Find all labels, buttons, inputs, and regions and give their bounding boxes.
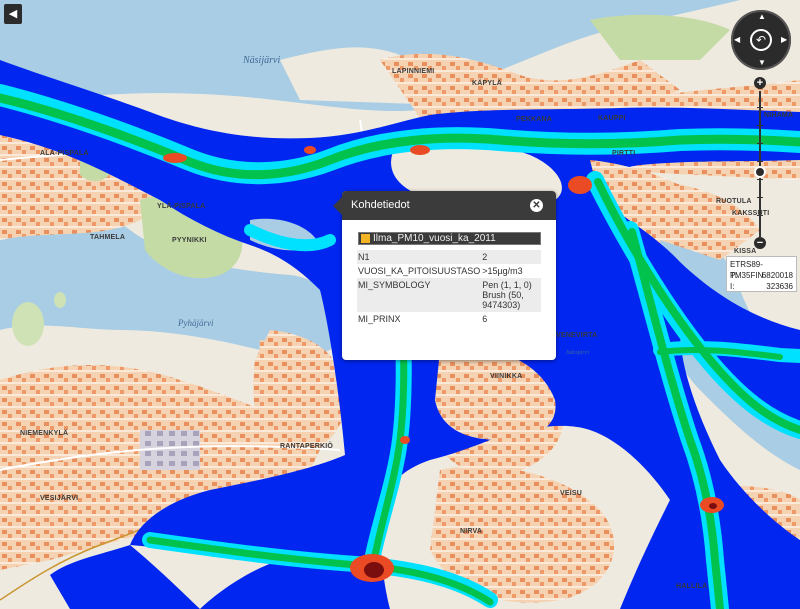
place-label: PYYNIKKI <box>172 237 207 244</box>
place-label: ALA-PISPALA <box>40 150 89 157</box>
place-label: VIINIKKA <box>490 373 523 380</box>
place-label: VENEVIRTA <box>556 332 598 339</box>
attribute-key: VUOSI_KA_PITOISUUSTASO <box>358 266 481 276</box>
layer-name-bar: Ilma_PM10_vuosi_ka_2011 <box>358 232 541 245</box>
attribute-key: MI_PRINX <box>358 314 401 324</box>
zoom-out-button[interactable]: − <box>754 237 766 249</box>
table-row: N1 2 <box>357 250 541 264</box>
place-label: NIHAMA <box>764 112 794 119</box>
reset-view-icon[interactable]: ↶ <box>750 29 772 51</box>
attribute-value: Pen (1, 1, 0) Brush (50, 9474303) <box>482 280 532 310</box>
popup-pointer <box>333 197 342 215</box>
p-label: P: <box>730 271 738 280</box>
p-value: 6820018 <box>761 271 793 280</box>
layer-color-swatch <box>361 234 370 243</box>
crs-label: ETRS89-TM35FIN <box>730 260 764 280</box>
place-label: RANTAPERKIÖ <box>280 443 334 450</box>
attribute-value: >15µg/m3 <box>482 266 523 276</box>
pan-down-icon[interactable]: ▼ <box>758 58 766 67</box>
popup-header: Kohdetiedot ✕ <box>342 191 556 220</box>
place-label: KAUPPI <box>598 115 626 122</box>
place-label: LAPINNIEMI <box>392 68 435 75</box>
place-label: NIEMENKYLÄ <box>20 430 69 437</box>
zoom-in-button[interactable]: + <box>754 77 766 89</box>
popup-title: Kohdetiedot <box>351 199 410 211</box>
attribute-key: N1 <box>358 252 370 262</box>
attribute-table: N1 2 VUOSI_KA_PITOISUUSTASO >15µg/m3 MI_… <box>357 250 541 326</box>
lake-label-iidesjarvi: Iidesjärvi <box>566 350 589 356</box>
feature-info-popup: Kohdetiedot ✕ Ilma_PM10_vuosi_ka_2011 N1… <box>333 191 556 360</box>
chevron-left-icon: ◀ <box>8 8 18 20</box>
pan-right-icon[interactable]: ▶ <box>781 35 787 44</box>
place-label: RUOTULA <box>716 198 752 205</box>
lake-label-pyhajarvi: Pyhäjärvi <box>178 318 214 328</box>
place-label: KÄPYLÄ <box>472 80 502 87</box>
place-label: HALLILA <box>676 583 708 590</box>
pan-left-icon[interactable]: ◀ <box>734 35 740 44</box>
table-row: VUOSI_KA_PITOISUUSTASO >15µg/m3 <box>357 264 541 278</box>
lake-label-nasijarvi: Näsijärvi <box>243 55 281 66</box>
place-label: PIRTTI <box>612 150 636 157</box>
pan-compass[interactable]: ▲ ▼ ◀ ▶ ↶ <box>731 10 791 70</box>
table-row: MI_SYMBOLOGY Pen (1, 1, 0) Brush (50, 94… <box>357 278 541 312</box>
coordinate-display: ETRS89-TM35FIN P: 6820018 I: 323636 <box>726 256 797 292</box>
back-button[interactable]: ◀ <box>4 4 22 24</box>
place-label: VEISU <box>560 490 583 497</box>
close-icon[interactable]: ✕ <box>530 199 543 212</box>
attribute-value: 6 <box>482 314 488 324</box>
place-label: YLÄ-PISPALA <box>157 203 206 210</box>
i-value: 323636 <box>766 282 793 291</box>
attribute-value: 2 <box>482 252 488 262</box>
i-label: I: <box>730 282 735 291</box>
zoom-handle[interactable] <box>754 166 766 179</box>
place-label: NIRVA <box>460 528 483 535</box>
attribute-key: MI_SYMBOLOGY <box>358 280 431 290</box>
place-label: PEKKANA <box>516 116 553 123</box>
place-label: TAHMELA <box>90 234 126 241</box>
table-row: MI_PRINX 6 <box>357 312 541 326</box>
pan-up-icon[interactable]: ▲ <box>758 12 766 21</box>
layer-name: Ilma_PM10_vuosi_ka_2011 <box>373 233 496 244</box>
place-label: VESIJÄRVI <box>40 495 79 502</box>
zoom-slider[interactable]: + − <box>752 77 768 253</box>
